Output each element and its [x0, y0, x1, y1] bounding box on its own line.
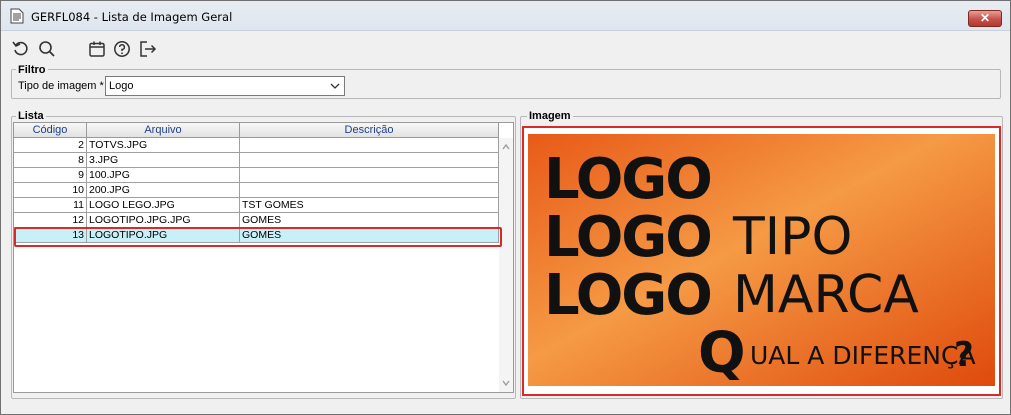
cell-descricao: GOMES	[240, 213, 499, 228]
cell-descricao	[240, 138, 499, 153]
table-row[interactable]: 11 LOGO LEGO.JPG TST GOMES	[14, 198, 499, 213]
selected-row-highlight	[14, 227, 502, 247]
logo-image: LOGO LOGO TIPO LOGO MARCA Q UAL A DIFERE…	[528, 134, 995, 386]
logo-line3-light: MARCA	[733, 265, 919, 325]
logo-line2-bold: LOGO	[544, 205, 711, 270]
table-row[interactable]: 2 TOTVS.JPG	[14, 138, 499, 153]
document-icon	[10, 8, 24, 24]
table-row[interactable]: 9 100.JPG	[14, 168, 499, 183]
help-icon[interactable]	[113, 40, 131, 58]
image-list-grid[interactable]: Código Arquivo Descrição 2 TOTVS.JPG 8 3…	[13, 122, 514, 393]
table-row[interactable]: 12 LOGOTIPO.JPG.JPG GOMES	[14, 213, 499, 228]
scroll-down-icon[interactable]	[501, 378, 511, 388]
title-bar: GERFL084 - Lista de Imagem Geral ✕	[1, 1, 1010, 31]
cell-arquivo: LOGO LEGO.JPG	[87, 198, 240, 213]
cell-descricao: TST GOMES	[240, 198, 499, 213]
logo-question-mark: ?	[954, 335, 974, 375]
cell-codigo: 11	[14, 198, 87, 213]
chevron-down-icon[interactable]	[330, 81, 340, 91]
column-header-arquivo[interactable]: Arquivo	[87, 123, 240, 138]
calendar-icon[interactable]	[88, 40, 106, 58]
vertical-scrollbar[interactable]	[499, 138, 513, 392]
logo-line2-light: TIPO	[732, 207, 852, 267]
logo-line1: LOGO	[544, 147, 711, 212]
list-group-label: Lista	[16, 110, 46, 122]
column-header-codigo[interactable]: Código	[14, 123, 87, 138]
cell-codigo: 12	[14, 213, 87, 228]
cell-arquivo: LOGOTIPO.JPG.JPG	[87, 213, 240, 228]
cell-codigo: 8	[14, 153, 87, 168]
cell-descricao	[240, 153, 499, 168]
image-type-label: Tipo de imagem *	[18, 80, 104, 92]
cell-codigo: 2	[14, 138, 87, 153]
cell-descricao	[240, 168, 499, 183]
cell-codigo: 9	[14, 168, 87, 183]
cell-arquivo: TOTVS.JPG	[87, 138, 240, 153]
logo-line4-light: UAL A DIFERENÇA	[750, 341, 976, 370]
filter-group-label: Filtro	[16, 64, 48, 76]
cell-arquivo: 200.JPG	[87, 183, 240, 198]
window-title: GERFL084 - Lista de Imagem Geral	[31, 10, 233, 24]
refresh-icon[interactable]	[12, 40, 30, 58]
column-header-descricao[interactable]: Descrição	[240, 123, 499, 138]
search-icon[interactable]	[38, 40, 56, 58]
logo-line3-bold: LOGO	[544, 263, 711, 328]
close-button[interactable]: ✕	[968, 10, 1002, 27]
grid-header: Código Arquivo Descrição	[14, 123, 499, 138]
exit-icon[interactable]	[139, 40, 157, 58]
image-type-value: Logo	[109, 80, 134, 92]
logo-line4-bold: Q	[698, 321, 746, 386]
cell-codigo: 10	[14, 183, 87, 198]
scroll-up-icon[interactable]	[501, 142, 511, 152]
cell-arquivo: 100.JPG	[87, 168, 240, 183]
table-row[interactable]: 8 3.JPG	[14, 153, 499, 168]
image-preview: LOGO LOGO TIPO LOGO MARCA Q UAL A DIFERE…	[522, 126, 1001, 396]
cell-arquivo: 3.JPG	[87, 153, 240, 168]
cell-descricao	[240, 183, 499, 198]
table-row[interactable]: 10 200.JPG	[14, 183, 499, 198]
main-window: GERFL084 - Lista de Imagem Geral ✕ Filtr…	[0, 0, 1011, 415]
image-group-label: Imagem	[527, 110, 573, 122]
image-type-select[interactable]: Logo	[105, 76, 345, 96]
